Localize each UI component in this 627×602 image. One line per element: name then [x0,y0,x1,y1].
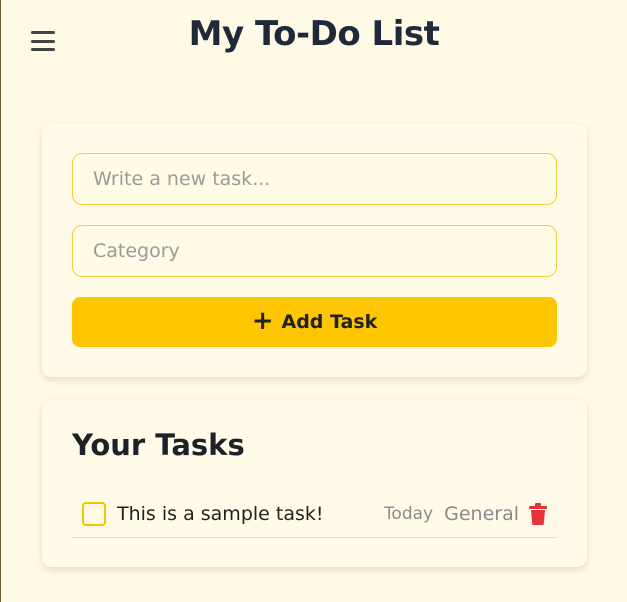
task-checkbox[interactable] [82,501,106,526]
add-task-card: + Add Task [42,124,587,377]
task-list-card: Your Tasks This is a sample task! Today … [42,400,587,567]
trash-icon[interactable] [529,502,547,525]
task-date: Today [383,503,434,524]
add-task-button[interactable]: + Add Task [72,297,557,347]
page-title: My To-Do List [188,14,440,54]
plus-icon: + [251,305,274,336]
task-text: This is a sample task! [117,502,324,525]
task-row: This is a sample task! Today General [72,490,557,538]
new-task-input[interactable] [72,153,557,205]
category-input[interactable] [72,225,557,277]
task-list-title: Your Tasks [72,428,245,462]
add-task-label: Add Task [281,311,378,333]
task-category: General [444,502,519,525]
